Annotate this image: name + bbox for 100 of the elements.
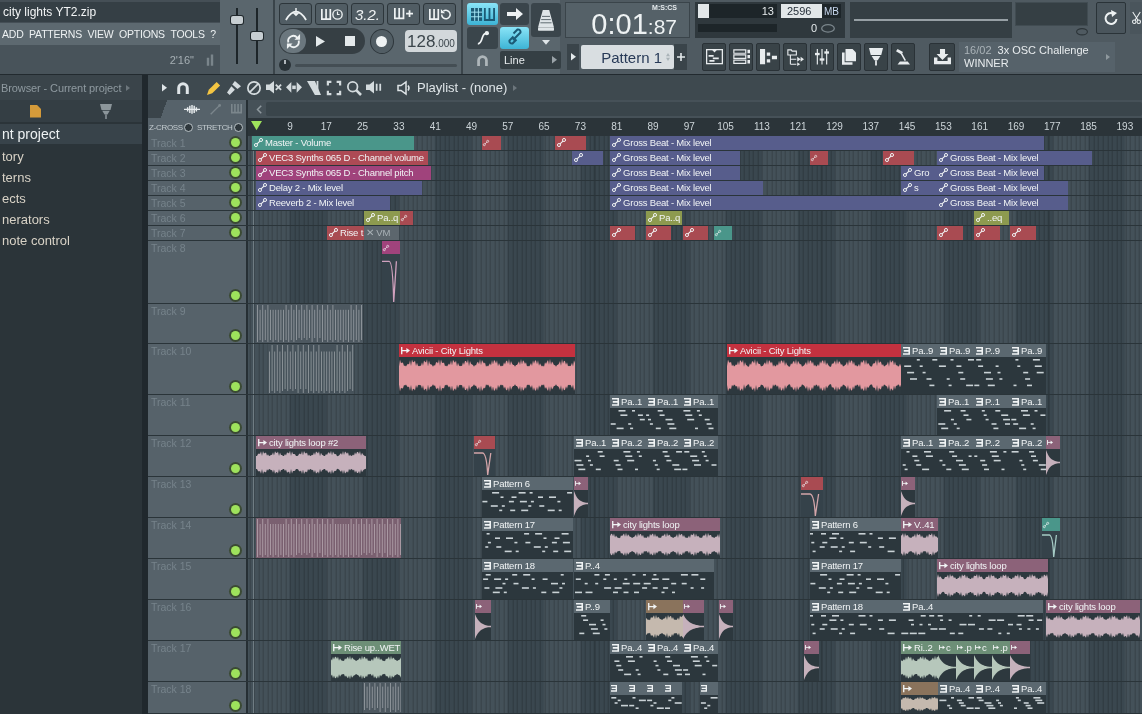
- track-switch[interactable]: [231, 213, 240, 222]
- playlist-clip[interactable]: Ri..2: [901, 641, 938, 681]
- menu-item[interactable]: TOOLS: [170, 26, 205, 42]
- playlist-clip[interactable]: [268, 344, 354, 394]
- track-switch[interactable]: [231, 168, 240, 177]
- playlist-clip[interactable]: .p: [956, 641, 974, 681]
- playlist-clip[interactable]: Gross Beat - Mix level: [610, 166, 740, 180]
- playlist-clip[interactable]: [683, 226, 708, 240]
- playlist-clip[interactable]: Pa..4: [901, 600, 1043, 640]
- toolbar-button[interactable]: [1096, 2, 1126, 34]
- playlist-clip[interactable]: Pa..2: [1010, 436, 1046, 476]
- menu-item[interactable]: ADD: [2, 26, 24, 42]
- playlist-clip[interactable]: Gross Beat - Mix level: [610, 136, 1044, 150]
- loop-button[interactable]: [280, 29, 306, 53]
- pattern-selector[interactable]: Pattern 1: [581, 45, 674, 69]
- playlist-clip[interactable]: Pa..1: [610, 395, 646, 435]
- menu-item[interactable]: ?: [210, 26, 216, 42]
- playlist-clip[interactable]: [1010, 641, 1030, 681]
- playlist-clip[interactable]: [1010, 226, 1036, 240]
- playlist-clip[interactable]: [382, 241, 400, 303]
- playlist-clip[interactable]: Pa..9: [938, 344, 974, 394]
- track-switch[interactable]: [231, 331, 240, 340]
- scroll-left-button[interactable]: [256, 104, 262, 114]
- playlist-clip[interactable]: Gross Beat - Mix level: [610, 196, 937, 210]
- playlist-clip[interactable]: P..9: [974, 344, 1010, 394]
- toolbar-button[interactable]: [500, 27, 529, 49]
- menu-item[interactable]: VIEW: [87, 26, 114, 42]
- playlist-clip[interactable]: Pa..q: [364, 211, 400, 225]
- add-pattern-button[interactable]: [674, 44, 687, 70]
- browser-item[interactable]: note control: [0, 230, 142, 251]
- toolbar-button[interactable]: [279, 3, 312, 25]
- playlist-clip[interactable]: ..eq: [974, 211, 1009, 225]
- playlist-clip[interactable]: city lights loop: [1046, 600, 1140, 640]
- playlist-clip[interactable]: Pattern 6: [482, 477, 573, 517]
- playlist-clip[interactable]: VEC3 Synths 065 D - Channel volume: [256, 151, 428, 165]
- playlist-clip[interactable]: Pa..2: [682, 436, 718, 476]
- playlist-clip[interactable]: [555, 136, 586, 150]
- playlist-clip[interactable]: [363, 682, 401, 713]
- playlist-clip[interactable]: Gro: [901, 166, 937, 180]
- toolbar-button[interactable]: [891, 43, 915, 71]
- stretch-checkbox[interactable]: [233, 122, 243, 132]
- track-switch[interactable]: [231, 669, 240, 678]
- playlist-clip[interactable]: [646, 600, 683, 640]
- playlist-clip[interactable]: [974, 226, 1000, 240]
- track-switch[interactable]: [231, 183, 240, 192]
- playlist-clip[interactable]: Rise up..WET: [331, 641, 401, 681]
- playlist-clip[interactable]: Gross Beat - Mix level: [937, 151, 1092, 165]
- playlist-clip[interactable]: VEC3 Synths 065 D - Channel pitch: [256, 166, 431, 180]
- playlist-clip[interactable]: P..1: [974, 395, 1010, 435]
- browser-item[interactable]: ects: [0, 188, 142, 209]
- playlist-clip[interactable]: [400, 211, 413, 225]
- playlist-clip[interactable]: s: [901, 181, 937, 195]
- track-switch[interactable]: [231, 153, 240, 162]
- toolbar-button[interactable]: [423, 3, 456, 25]
- slider-thumb[interactable]: [230, 16, 243, 25]
- knob-icon[interactable]: [279, 59, 291, 71]
- track-switch[interactable]: [231, 505, 240, 514]
- playlist-clip[interactable]: [683, 600, 704, 640]
- browser-folder[interactable]: nt project: [0, 124, 142, 144]
- track-switch[interactable]: [231, 587, 240, 596]
- playlist-clip[interactable]: [810, 151, 828, 165]
- toolbar-button[interactable]: [387, 3, 420, 25]
- playlist-clip[interactable]: [475, 600, 491, 640]
- playlist-clip[interactable]: Gross Beat - Mix level: [937, 196, 1068, 210]
- caret-down-icon[interactable]: [542, 40, 550, 45]
- playlist-clip[interactable]: [901, 682, 938, 713]
- playlist-clip[interactable]: Pa..4: [938, 682, 974, 713]
- playlist-clip[interactable]: [714, 226, 732, 240]
- playlist-clip[interactable]: Pattern 17: [810, 559, 901, 599]
- menu-item[interactable]: OPTIONS: [119, 26, 165, 42]
- track-switch[interactable]: [231, 138, 240, 147]
- toolbar-button[interactable]: [729, 43, 753, 71]
- snap-dropdown[interactable]: Line: [500, 51, 561, 69]
- playlist-clip[interactable]: Pa..1: [574, 436, 610, 476]
- playlist-clip[interactable]: [700, 682, 718, 713]
- browser-item[interactable]: terns: [0, 167, 142, 188]
- playlist-clip[interactable]: Pa..9: [1010, 344, 1046, 394]
- playlist-clip[interactable]: V..41: [901, 518, 938, 558]
- track-switch[interactable]: [231, 228, 240, 237]
- playlist-clip[interactable]: city lights loop: [937, 559, 1048, 599]
- playlist-clip[interactable]: Gross Beat - Mix level: [937, 166, 1044, 180]
- playlist-clip[interactable]: Avicii - City Lights: [727, 344, 901, 394]
- track-switch[interactable]: [231, 628, 240, 637]
- playlist-clip[interactable]: Pa..9: [901, 344, 938, 394]
- playlist-clip[interactable]: [256, 518, 401, 558]
- toolbar-button[interactable]: [1130, 2, 1142, 34]
- browser-item[interactable]: tory: [0, 146, 142, 167]
- playlist-clip[interactable]: ✕ VM: [364, 226, 399, 240]
- playlist-clip[interactable]: Pa..2: [937, 436, 974, 476]
- toolbar-button[interactable]: [702, 43, 726, 71]
- playlist-clip[interactable]: [883, 151, 914, 165]
- toolbar-button[interactable]: [837, 43, 861, 71]
- playlist-title[interactable]: Playlist - (none): [397, 80, 518, 95]
- playlist-clip[interactable]: Pattern 18: [482, 559, 573, 599]
- toolbar-button[interactable]: [531, 3, 561, 37]
- track-switch[interactable]: [231, 382, 240, 391]
- z-cross-checkbox[interactable]: [183, 122, 193, 132]
- playlist-clip[interactable]: [610, 226, 635, 240]
- playlist-clip[interactable]: Rise t: [327, 226, 364, 240]
- playlist-clip[interactable]: [901, 477, 915, 517]
